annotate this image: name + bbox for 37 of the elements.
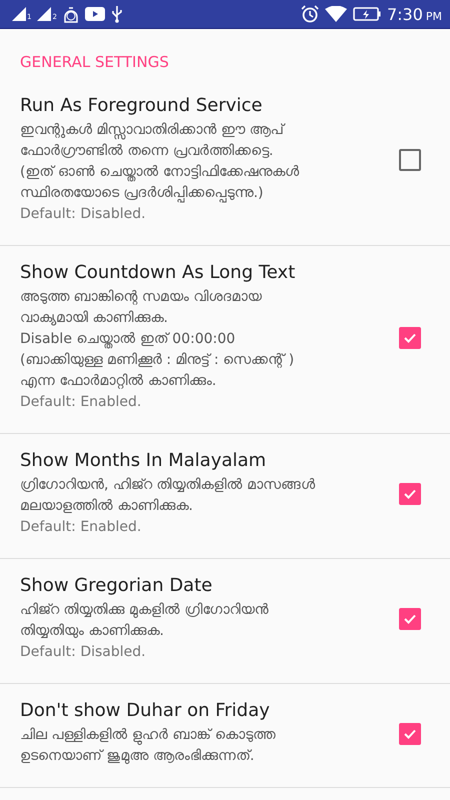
setting-title: Show Months In Malayalam — [20, 450, 268, 471]
setting-row[interactable]: Run As Foreground Service ഇവന്റുകൾ മിസ്സാവാതിരിക്കാൻ ഈ ആപ് ഫോർഗ്രൗണ്ടിൽ തന്നെ പ്രവർത്തിക്കട്ടെ. (ഇത് ഓൺ ചെയ്താൽ നോട്ടിഫിക്കേഷനുകൾ സ്ഥിരതയോടെ പ്രദർശിപ്പിക്കപ്പെടുന്നു.) Default: Disabled. — [0, 79, 450, 246]
battery-charging-icon — [352, 7, 381, 21]
wifi-icon — [324, 6, 347, 22]
setting-default: Default: Enabled. — [20, 518, 142, 537]
checkbox[interactable] — [399, 149, 421, 171]
setting-title: Don't show Duhar on Friday — [20, 700, 271, 721]
setting-title: Run As Foreground Service — [20, 95, 264, 116]
checkbox[interactable] — [399, 326, 421, 348]
checkbox[interactable] — [399, 483, 421, 505]
video-play-icon — [84, 7, 105, 21]
clock-time: 7:30 — [386, 4, 423, 24]
setting-summary: ഹിജ്റ തിയ്യതിക്കു മുകളിൽ ഗ്രിഗോറിയൻ തിയ്യതിയും കാണിക്കുക. — [20, 601, 270, 641]
setting-summary: ഇവന്റുകൾ മിസ്സാവാതിരിക്കാൻ ഈ ആപ് ഫോർഗ്രൗണ്ടിൽ തന്നെ പ്രവർത്തിക്കട്ടെ. (ഇത് ഓൺ ചെയ്താൽ നോട്ടിഫിക്കേഷനുകൾ സ്ഥിരതയോടെ പ്രദർശിപ്പിക്കപ്പെടുന്നു.) — [20, 121, 300, 204]
signal-icon — [37, 7, 52, 21]
setting-row[interactable]: Show Gregorian Date ഹിജ്റ തിയ്യതിക്കു മുകളിൽ ഗ്രിഗോറിയൻ തിയ്യതിയും കാണിക്കുക. Default: Disabled. — [0, 559, 450, 684]
setting-summary: ചില പള്ളികളിൽ ളുഹർ ബാങ്ക് കൊടുത്ത ഉടനെയാണ് ജുമുഅ ആരംഭിക്കുന്നത്. — [20, 726, 276, 766]
alarm-icon — [300, 5, 319, 23]
setting-title: Show Countdown As Long Text — [20, 262, 296, 283]
setting-summary: അടുത്ത ബാങ്കിന്റെ സമയം വിശദമായ വാക്യമായി കാണിക്കുക. Disable ചെയ്താൽ ഇത് 00:00:00 (ബാക്കിയുള്ള മണിക്കൂർ : മിനുട്ട് : സെക്കന്റ് ) എന്ന ഫോർമാറ്റിൽ കാണിക്കും. — [20, 288, 296, 391]
checkbox[interactable] — [399, 608, 421, 630]
setting-default: Default: Enabled. — [20, 393, 142, 412]
section-header: GENERAL SETTINGS — [19, 52, 170, 73]
checkbox[interactable] — [399, 722, 421, 744]
setting-row[interactable]: Show Months In Malayalam ഗ്രിഗോറിയൻ, ഹിജ്റ തിയ്യതികളിൽ മാസങ്ങൾ മലയാളത്തിൽ കാണിക്കുക. Default: Enabled. — [0, 434, 450, 559]
checkmark-icon — [403, 612, 417, 626]
signal-icon — [12, 7, 26, 21]
setting-summary: ഗ്രിഗോറിയൻ, ഹിജ്റ തിയ്യതികളിൽ മാസങ്ങൾ മലയാളത്തിൽ കാണിക്കുക. — [20, 476, 316, 516]
setting-row[interactable]: Show Countdown As Long Text അടുത്ത ബാങ്കിന്റെ സമയം വിശദമായ വാക്യമായി കാണിക്കുക. Disable ചെയ്താൽ ഇത് 00:00:00 (ബാക്കിയുള്ള മണിക്കൂർ : മിനുട്ട് : സെക്കന്റ് ) എന്ന ഫോർമാറ്റിൽ കാണിക്കും. Default: Enabled. — [0, 246, 450, 434]
alarm-clock-icon — [62, 5, 79, 23]
checkmark-icon — [403, 487, 417, 501]
usb-icon — [110, 5, 123, 23]
setting-title: Show Gregorian Date — [20, 575, 214, 596]
clock-meridiem: PM — [426, 10, 442, 22]
setting-default: Default: Disabled. — [20, 643, 147, 662]
setting-row[interactable]: Don't show Duhar on Friday ചില പള്ളികളിൽ ളുഹർ ബാങ്ക് കൊടുത്ത ഉടനെയാണ് ജുമുഅ ആരംഭിക്കുന്നത്. — [0, 684, 450, 788]
setting-default: Default: Disabled. — [20, 205, 147, 224]
